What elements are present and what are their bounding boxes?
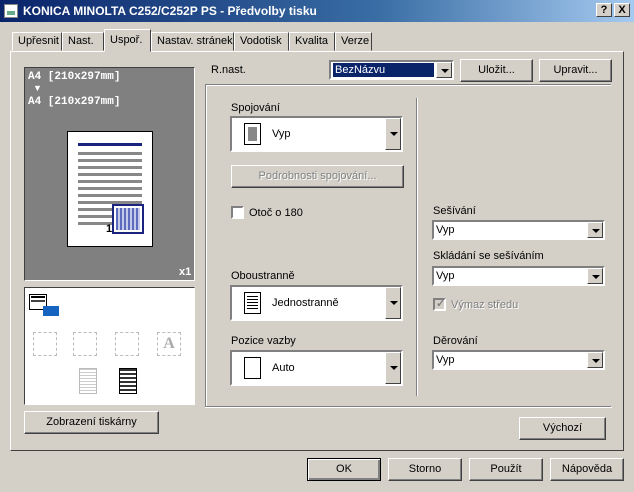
center-erase-label: Výmaz středu <box>451 299 519 311</box>
text-a-icon: A <box>157 332 181 356</box>
collated-pages-icon <box>115 332 139 356</box>
window-title: KONICA MINOLTA C252/C252P PS - Předvolby… <box>23 4 317 18</box>
page-number: 1 <box>106 223 113 235</box>
fold-staple-select[interactable]: Vyp <box>432 266 605 286</box>
default-button[interactable]: Výchozí <box>519 417 606 440</box>
help-title-button[interactable]: ? <box>596 3 612 17</box>
combination-label: Spojování <box>231 102 280 114</box>
page-heading-line <box>78 143 142 146</box>
chevron-down-icon <box>587 352 603 368</box>
punch-value: Vyp <box>436 354 455 366</box>
cover-page-icon <box>119 368 137 394</box>
chevron-down-icon <box>385 287 401 319</box>
duplex-select[interactable]: Jednostranně <box>230 285 403 321</box>
chevron-down-icon <box>587 222 603 238</box>
single-sided-icon <box>244 292 261 314</box>
page-thumbnail: 1 <box>67 131 153 247</box>
cancel-button[interactable]: Storno <box>388 458 462 481</box>
stapled-pages-icon <box>73 332 97 356</box>
printer-app-icon <box>4 4 18 18</box>
punch-select[interactable]: Vyp <box>432 350 605 370</box>
page-image-box <box>112 204 144 234</box>
paper-size-output: A4 [210x297mm] <box>28 96 121 108</box>
chevron-down-icon <box>385 352 401 384</box>
staple-value: Vyp <box>436 224 455 236</box>
tab-vodotisk[interactable]: Vodotisk <box>234 32 289 51</box>
save-favorite-button[interactable]: Uložit... <box>460 59 533 82</box>
printer-view: A <box>24 287 195 405</box>
rotate-checkbox[interactable] <box>231 206 244 219</box>
favorites-value: BezNázvu <box>333 63 434 77</box>
combination-value: Vyp <box>272 128 291 140</box>
binding-value: Auto <box>272 362 295 374</box>
tab-uspor[interactable]: Uspoř. <box>104 29 151 52</box>
duplex-value: Jednostranně <box>272 297 339 309</box>
ok-button[interactable]: OK <box>307 458 381 481</box>
favorites-select[interactable]: BezNázvu <box>329 60 454 80</box>
printer-output-icon <box>29 294 63 320</box>
tab-verze[interactable]: Verze <box>335 32 372 51</box>
copies-count: x1 <box>179 266 192 278</box>
tab-kvalita[interactable]: Kvalita <box>289 32 335 51</box>
booklet-icon <box>33 332 57 356</box>
title-bar: KONICA MINOLTA C252/C252P PS - Předvolby… <box>0 0 634 22</box>
staple-select[interactable]: Vyp <box>432 220 605 240</box>
help-button[interactable]: Nápověda <box>550 458 624 481</box>
paper-size-original: A4 [210x297mm] <box>28 71 121 83</box>
binding-position-icon <box>244 357 261 379</box>
center-erase-checkbox[interactable]: ✓ <box>433 298 446 311</box>
fold-staple-label: Skládání se sešíváním <box>433 250 544 262</box>
blank-page-icon <box>79 368 97 394</box>
combination-select[interactable]: Vyp <box>230 116 403 152</box>
page-preview: A4 [210x297mm] ▼ A4 [210x297mm] 1 x1 <box>24 67 195 281</box>
combination-details-button[interactable]: Podrobnosti spojování... <box>231 165 404 188</box>
tab-nastav-stranek[interactable]: Nastav. stránek <box>151 32 234 51</box>
favorites-label: R.nast. <box>211 64 246 76</box>
duplex-label: Oboustranně <box>231 270 295 282</box>
close-title-button[interactable]: X <box>614 3 630 17</box>
page-layout-icon <box>244 123 261 145</box>
fold-staple-value: Vyp <box>436 270 455 282</box>
checkmark-icon: ✓ <box>436 298 446 310</box>
tab-nast[interactable]: Nast. <box>62 32 104 51</box>
apply-button[interactable]: Použít <box>469 458 543 481</box>
chevron-down-icon <box>385 118 401 150</box>
rotate-label: Otoč o 180 <box>249 207 303 219</box>
binding-label: Pozice vazby <box>231 335 296 347</box>
binding-select[interactable]: Auto <box>230 350 403 386</box>
punch-label: Děrování <box>433 335 478 347</box>
printer-view-button[interactable]: Zobrazení tiskárny <box>24 411 159 434</box>
chevron-down-icon <box>587 268 603 284</box>
arrow-down-icon: ▼ <box>33 83 42 93</box>
chevron-down-icon <box>436 62 452 78</box>
edit-favorite-button[interactable]: Upravit... <box>539 59 612 82</box>
staple-label: Sešívání <box>433 205 476 217</box>
tab-upresnit[interactable]: Upřesnit <box>12 32 62 51</box>
